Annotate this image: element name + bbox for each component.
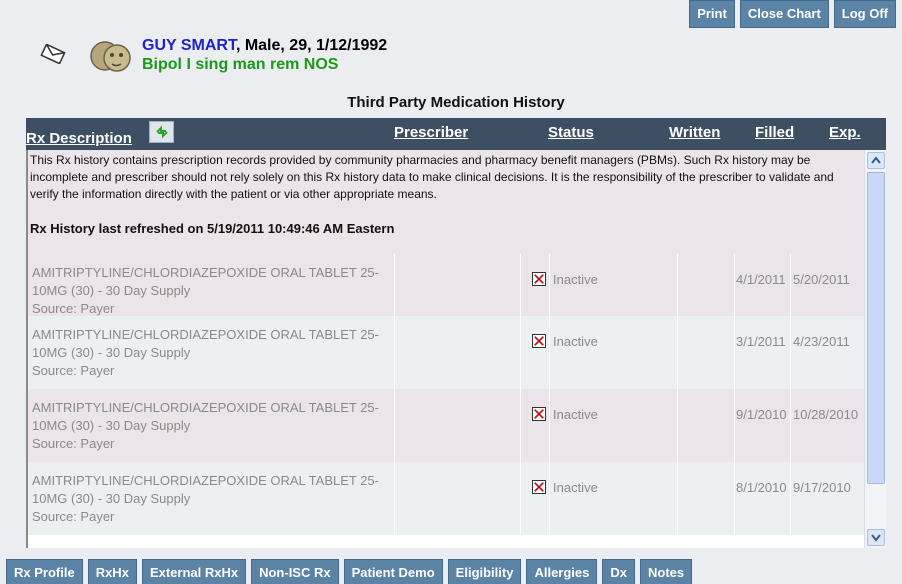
disclaimer-block: This Rx history contains prescription re… bbox=[28, 150, 864, 254]
tab-rx-profile[interactable]: Rx Profile bbox=[6, 559, 83, 584]
drug-description: AMITRIPTYLINE/CHLORDIAZEPOXIDE ORAL TABL… bbox=[32, 327, 379, 378]
status-text: Inactive bbox=[553, 407, 598, 422]
drug-description: AMITRIPTYLINE/CHLORDIAZEPOXIDE ORAL TABL… bbox=[32, 473, 379, 524]
vertical-scrollbar[interactable] bbox=[864, 150, 886, 548]
inactive-checkbox-icon[interactable] bbox=[532, 407, 546, 421]
patient-diagnosis: Bipol I sing man rem NOS bbox=[142, 56, 339, 73]
column-rx-description[interactable]: Rx Description bbox=[26, 130, 132, 147]
filled-date: 9/17/2010 bbox=[793, 480, 851, 495]
inactive-checkbox-icon[interactable] bbox=[532, 334, 546, 348]
tab-notes[interactable]: Notes bbox=[640, 559, 693, 584]
scroll-up-button[interactable] bbox=[867, 152, 885, 169]
drug-description: AMITRIPTYLINE/CHLORDIAZEPOXIDE ORAL TABL… bbox=[32, 400, 379, 451]
patient-header: GUY SMART, Male, 29, 1/12/1992 Bipol I s… bbox=[142, 36, 387, 74]
rx-history-panel: This Rx history contains prescription re… bbox=[26, 150, 886, 548]
table-row[interactable]: AMITRIPTYLINE/CHLORDIAZEPOXIDE ORAL TABL… bbox=[28, 389, 864, 462]
close-chart-button[interactable]: Close Chart bbox=[739, 0, 829, 28]
chevron-up-icon bbox=[871, 156, 881, 164]
tab-eligibility[interactable]: Eligibility bbox=[447, 559, 522, 584]
page-title: Third Party Medication History bbox=[347, 94, 565, 111]
scrollbar-thumb[interactable] bbox=[867, 172, 885, 484]
inactive-checkbox-icon[interactable] bbox=[532, 480, 546, 494]
status-text: Inactive bbox=[553, 272, 598, 287]
written-date: 9/1/2010 bbox=[736, 407, 787, 422]
tab-rxhx[interactable]: RxHx bbox=[87, 559, 137, 584]
column-prescriber[interactable]: Prescriber bbox=[394, 124, 468, 141]
filled-date: 4/23/2011 bbox=[793, 334, 850, 349]
refresh-button[interactable] bbox=[149, 121, 174, 143]
patient-name[interactable]: GUY SMART bbox=[142, 37, 236, 54]
status-text: Inactive bbox=[553, 480, 598, 495]
filled-date: 10/28/2010 bbox=[793, 407, 859, 422]
table-header: Rx Description Prescriber Status Written… bbox=[26, 118, 886, 150]
bottom-nav: Rx Profile RxHx External RxHx Non-ISC Rx… bbox=[6, 559, 693, 584]
column-written[interactable]: Written bbox=[669, 124, 720, 141]
patient-info: , Male, 29, 1/12/1992 bbox=[235, 37, 388, 54]
disclaimer-text: This Rx history contains prescription re… bbox=[30, 153, 834, 201]
status-text: Inactive bbox=[553, 334, 598, 349]
drug-description: AMITRIPTYLINE/CHLORDIAZEPOXIDE ORAL TABL… bbox=[32, 265, 379, 316]
tab-external-rxhx[interactable]: External RxHx bbox=[141, 559, 247, 584]
envelope-icon[interactable] bbox=[40, 44, 66, 64]
chevron-down-icon bbox=[871, 534, 881, 542]
filled-date: 5/20/2011 bbox=[793, 272, 850, 287]
inactive-checkbox-icon[interactable] bbox=[532, 272, 546, 286]
refresh-timestamp: Rx History last refreshed on 5/19/2011 1… bbox=[30, 221, 395, 236]
written-date: 4/1/2011 bbox=[736, 272, 786, 287]
written-date: 8/1/2010 bbox=[736, 480, 787, 495]
refresh-icon bbox=[155, 125, 168, 139]
column-status[interactable]: Status bbox=[548, 124, 594, 141]
tab-dx[interactable]: Dx bbox=[602, 559, 636, 584]
tab-patient-demo[interactable]: Patient Demo bbox=[343, 559, 443, 584]
scroll-down-button[interactable] bbox=[867, 529, 885, 546]
written-date: 3/1/2011 bbox=[736, 334, 786, 349]
tab-allergies[interactable]: Allergies bbox=[526, 559, 598, 584]
print-button[interactable]: Print bbox=[689, 0, 735, 28]
table-row[interactable]: AMITRIPTYLINE/CHLORDIAZEPOXIDE ORAL TABL… bbox=[28, 316, 864, 389]
patient-avatar-icon bbox=[90, 41, 131, 72]
log-off-button[interactable]: Log Off bbox=[833, 0, 896, 28]
table-row[interactable]: AMITRIPTYLINE/CHLORDIAZEPOXIDE ORAL TABL… bbox=[28, 462, 864, 535]
tab-non-isc-rx[interactable]: Non-ISC Rx bbox=[251, 559, 339, 584]
column-filled[interactable]: Filled bbox=[755, 124, 794, 141]
column-exp[interactable]: Exp. bbox=[829, 124, 861, 141]
top-toolbar: Print Close Chart Log Off bbox=[689, 0, 896, 28]
